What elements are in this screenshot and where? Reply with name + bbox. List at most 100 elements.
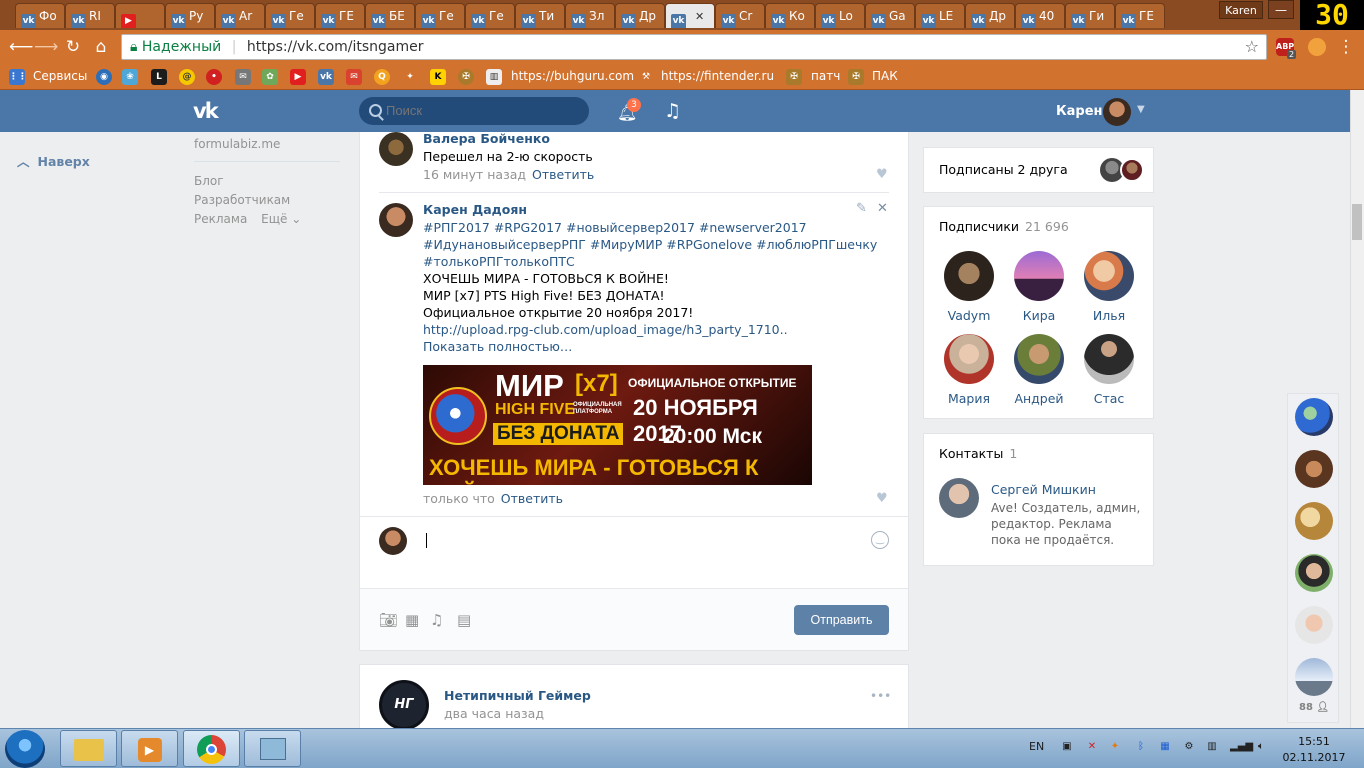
bookmark-icon[interactable]: ❀ (122, 69, 138, 85)
bookmark-icon[interactable]: @ (179, 69, 195, 85)
bookmark-globe-icon[interactable]: ◉ (96, 69, 112, 85)
bookmark-patch[interactable]: патч (811, 68, 840, 85)
browser-tab[interactable]: vk Ги (1065, 3, 1115, 28)
vk-icon[interactable]: vk (318, 69, 334, 85)
menu-icon[interactable]: ⋮ (1335, 36, 1357, 58)
avatar[interactable] (379, 132, 413, 166)
avatar[interactable] (939, 478, 979, 518)
close-tab-icon[interactable]: ✕ (695, 10, 704, 23)
friends-subscribed-card[interactable]: Подписаны 2 друга (923, 147, 1154, 193)
scrollbar[interactable] (1350, 90, 1364, 728)
edit-pencil-icon[interactable]: ✎ (856, 201, 867, 216)
bookmark-icon[interactable]: ✦ (402, 69, 418, 85)
bookmark-icon[interactable]: ✉ (235, 69, 251, 85)
minimize-button[interactable]: — (1268, 0, 1294, 19)
avatar[interactable] (1295, 398, 1333, 436)
bookmark-icon[interactable]: • (206, 69, 222, 85)
video-icon[interactable]: ▦ (405, 611, 419, 629)
browser-tab[interactable]: vk Ге (465, 3, 515, 28)
header-user-name[interactable]: Карен (1056, 104, 1103, 119)
browser-tab[interactable]: vk Зл (565, 3, 615, 28)
like-heart-icon[interactable]: ♥ (876, 167, 888, 182)
avatar[interactable] (1295, 658, 1333, 696)
browser-tab[interactable]: vk Lo (815, 3, 865, 28)
extension-icon[interactable] (1308, 38, 1326, 56)
bookmark-services[interactable]: Сервисы (33, 68, 87, 85)
browser-tab[interactable]: vk RI (65, 3, 115, 28)
scrollbar-thumb[interactable] (1352, 204, 1362, 240)
subscriber-item[interactable]: Илья (1079, 251, 1139, 323)
community-avatar[interactable]: НГ (379, 680, 429, 730)
like-heart-icon[interactable]: ♥ (876, 491, 888, 506)
chrome-task[interactable] (183, 730, 240, 767)
close-icon[interactable]: ✕ (877, 201, 888, 216)
footer-link-developers[interactable]: Разработчикам (194, 191, 290, 210)
send-button[interactable]: Отправить (794, 605, 889, 635)
comment-link[interactable]: http://upload.rpg-club.com/upload_image/… (423, 321, 893, 338)
post-menu-icon[interactable]: ••• (870, 689, 891, 703)
tray-icon[interactable]: ▥ (1205, 741, 1219, 755)
subscriber-item[interactable]: Стас (1079, 334, 1139, 406)
subscriber-item[interactable]: Мария (939, 334, 999, 406)
tray-icon[interactable]: ▦ (1158, 741, 1172, 755)
browser-tab[interactable]: vk Ga (865, 3, 915, 28)
show-more-link[interactable]: Показать полностью… (423, 338, 893, 355)
contact-name[interactable]: Сергей Мишкин (991, 482, 1096, 497)
volume-icon[interactable]: 🔈︎ (1254, 741, 1268, 755)
taskbar-clock[interactable]: 15:51 02.11.2017 (1279, 734, 1349, 766)
browser-tab[interactable]: vk 40 (1015, 3, 1065, 28)
subscriber-item[interactable]: Vadym (939, 251, 999, 323)
bookmark-fintender[interactable]: https://fintender.ru/s (661, 68, 773, 85)
online-friends-count[interactable]: 88 👤︎ (1299, 702, 1329, 713)
back-to-top-button[interactable]: ︿ Наверх (17, 151, 90, 170)
browser-tab[interactable]: vk LE (915, 3, 965, 28)
browser-tab[interactable]: vk Фо (15, 3, 65, 28)
chevron-down-icon[interactable]: ▼ (1137, 104, 1145, 115)
footer-link-ads[interactable]: Реклама (194, 210, 247, 229)
bookmark-icon[interactable]: Q (374, 69, 390, 85)
hashtag-line[interactable]: #РПГ2017 #RPG2017 #новыйсервер2017 #news… (423, 220, 807, 235)
browser-tab[interactable]: vk Ти (515, 3, 565, 28)
steam-icon[interactable]: ⚙ (1182, 741, 1196, 755)
mail-icon[interactable]: ✉ (346, 69, 362, 85)
site-link[interactable]: formulabiz.me (194, 137, 340, 151)
avatar[interactable] (1295, 554, 1333, 592)
reply-link[interactable]: Ответить (532, 167, 594, 182)
back-icon[interactable]: ⟵ (9, 36, 33, 58)
media-player-task[interactable]: ▶ (121, 730, 178, 767)
bookmark-icon[interactable]: L (151, 69, 167, 85)
hashtag-line[interactable]: #ИдунановыйсерверРПГ #МируМИР #RPGonelov… (423, 237, 877, 252)
avatar[interactable] (1295, 606, 1333, 644)
forward-icon[interactable]: ⟶ (34, 36, 58, 58)
browser-tab[interactable]: vk ГЕ (315, 3, 365, 28)
bookmark-star-icon[interactable]: ☆ (1245, 35, 1259, 59)
reload-icon[interactable]: ↻ (62, 36, 84, 58)
browser-tab[interactable]: vk Ко (765, 3, 815, 28)
browser-tab[interactable]: vk ГЕ (1115, 3, 1165, 28)
emoji-icon[interactable]: ‿ (871, 531, 889, 549)
camera-icon[interactable]: 📷︎ (379, 611, 398, 629)
tray-icon[interactable]: ✦ (1108, 741, 1122, 755)
address-bar[interactable]: 🔒︎ Надежный | https://vk.com/itsngamer ☆ (121, 34, 1267, 60)
emblem-icon[interactable]: ✠ (848, 69, 864, 85)
emblem-icon[interactable]: ✠ (458, 69, 474, 85)
browser-tab[interactable]: vk БЕ (365, 3, 415, 28)
subscribers-title[interactable]: Подписчики 21 696 (939, 219, 1069, 234)
avatar[interactable] (1295, 502, 1333, 540)
avatar[interactable] (379, 203, 413, 237)
reply-link[interactable]: Ответить (501, 491, 563, 506)
browser-tab[interactable]: vk Cr (715, 3, 765, 28)
explorer-task[interactable] (60, 730, 117, 767)
post-time[interactable]: два часа назад (444, 706, 544, 721)
comment-time[interactable]: 16 минут назад (423, 167, 526, 182)
browser-tab[interactable]: vk Ге (415, 3, 465, 28)
audio-note-icon[interactable]: ♫ (430, 611, 443, 629)
subscriber-item[interactable]: Кира (1009, 251, 1069, 323)
browser-tab[interactable]: ▶ (115, 3, 165, 28)
network-icon[interactable]: ▂▄▆ (1230, 741, 1253, 755)
footer-link-more[interactable]: Ещё ⌄ (261, 210, 301, 229)
post-banner-image[interactable]: МИР [x7] HIGH FIVE ОФИЦИАЛЬНАЯ ПЛАТФОРМА… (423, 365, 812, 485)
browser-tab[interactable]: vk Ру (165, 3, 215, 28)
tray-icon[interactable]: ▣ (1060, 741, 1074, 755)
home-icon[interactable]: ⌂ (90, 36, 112, 58)
